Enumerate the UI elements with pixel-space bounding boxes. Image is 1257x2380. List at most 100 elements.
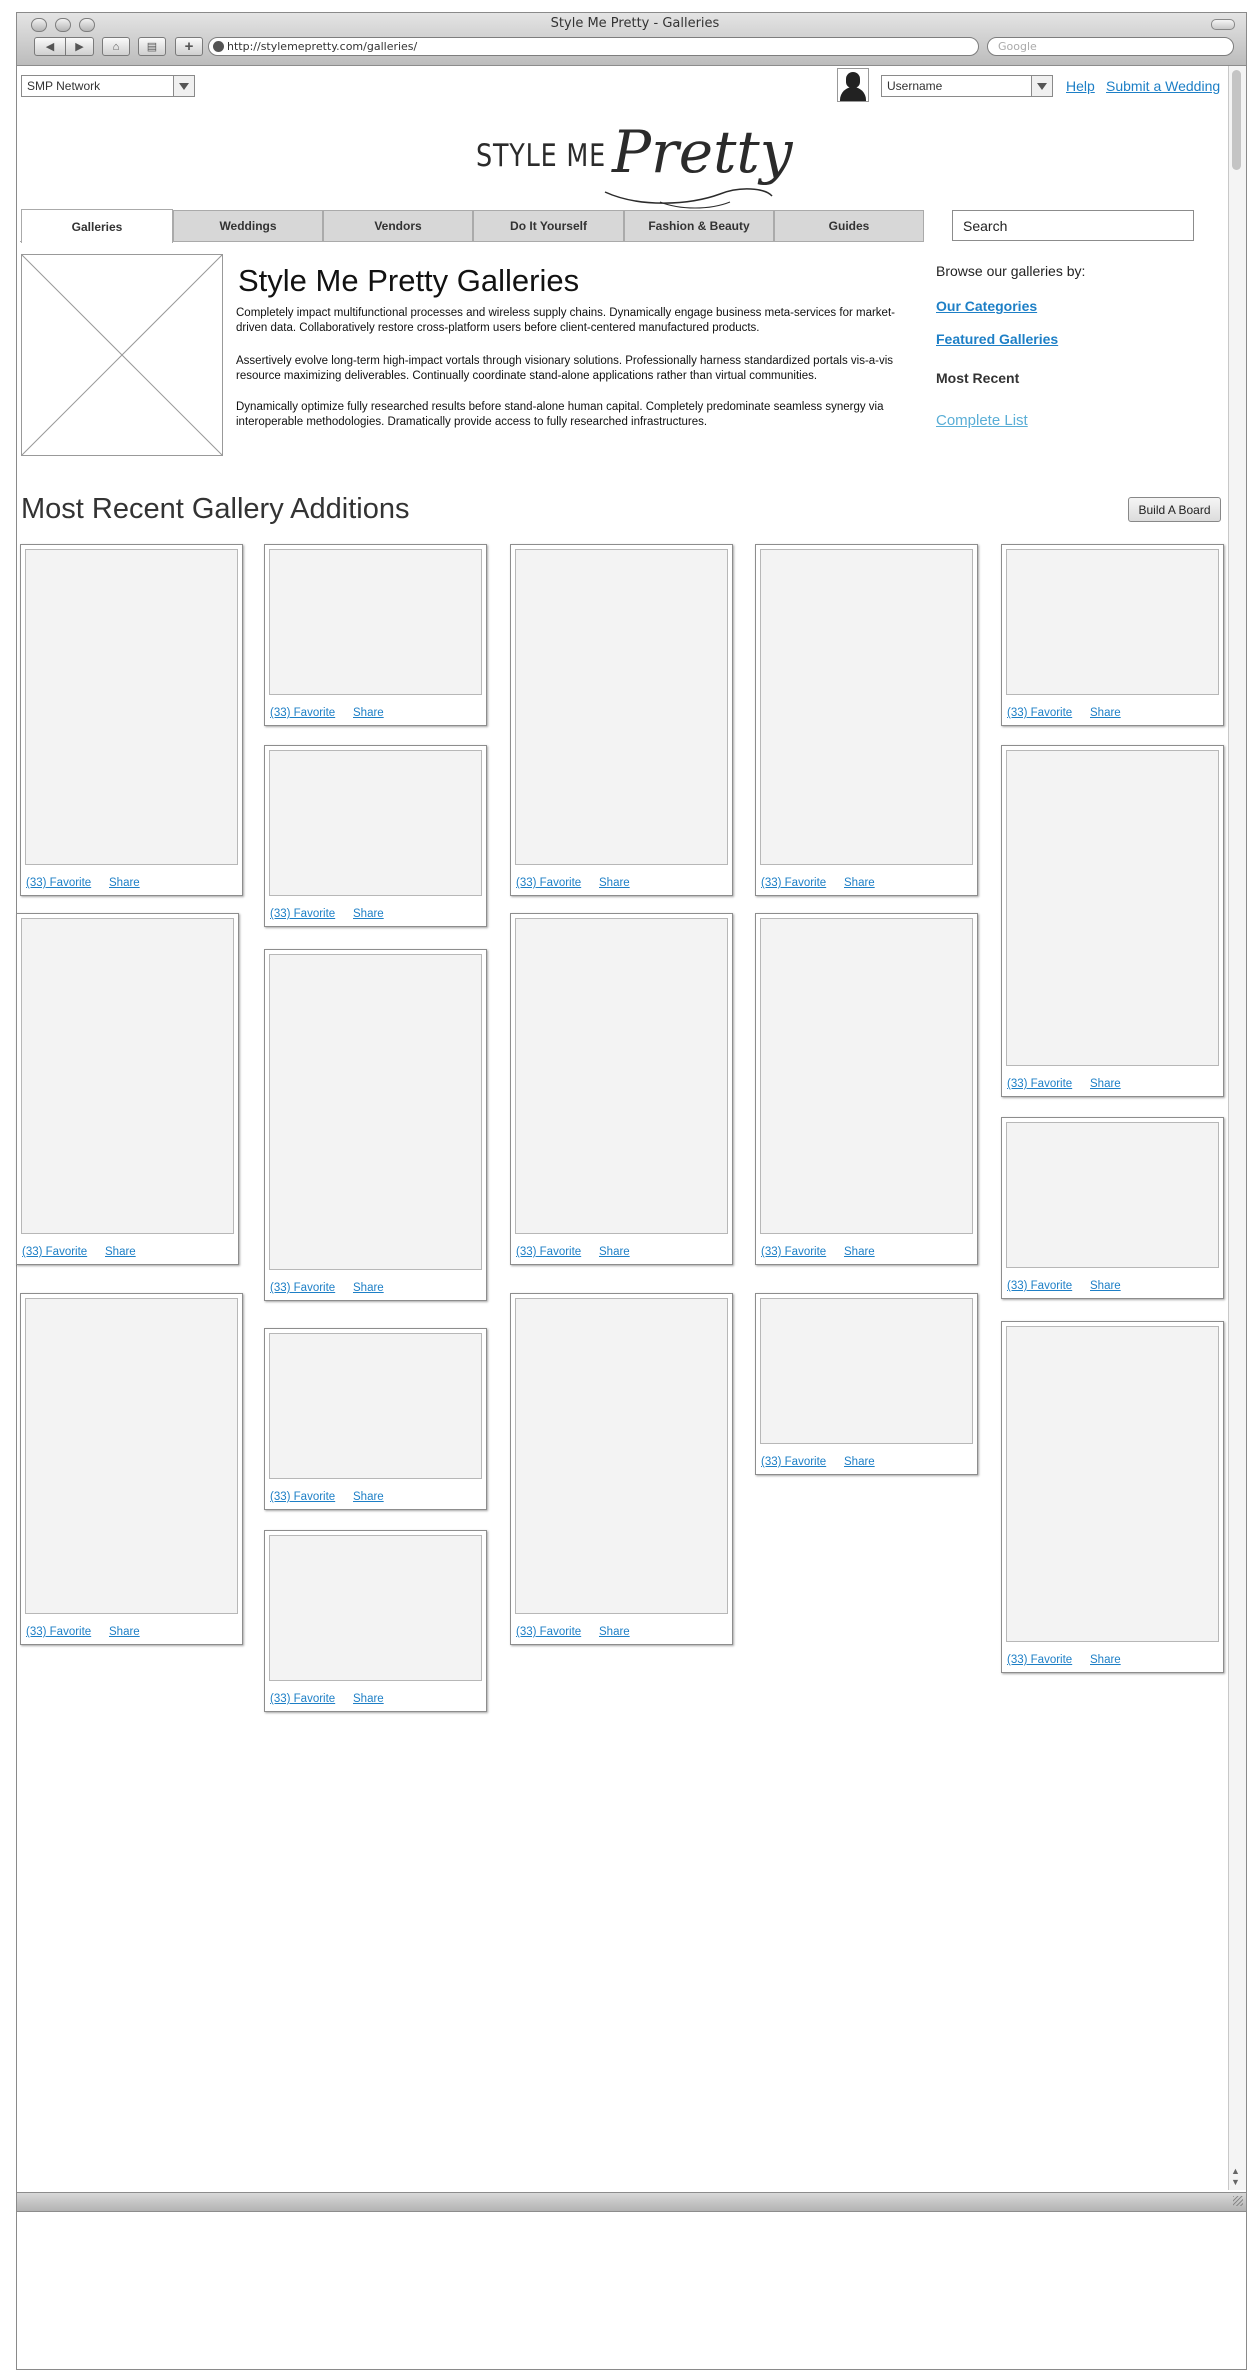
resize-grip-icon[interactable]: [1233, 2196, 1243, 2206]
gallery-card[interactable]: (33) Favorite Share: [264, 544, 487, 726]
site-search-input[interactable]: Search: [952, 210, 1194, 241]
favorite-link[interactable]: (33) Favorite: [270, 1693, 335, 1705]
share-link[interactable]: Share: [599, 1246, 630, 1258]
zoom-window-button[interactable]: [79, 18, 95, 32]
share-link[interactable]: Share: [1090, 1280, 1121, 1292]
gallery-card[interactable]: (33) Favorite Share: [1001, 745, 1224, 1097]
favorite-link[interactable]: (33) Favorite: [1007, 1280, 1072, 1292]
share-link[interactable]: Share: [1090, 1078, 1121, 1090]
share-link[interactable]: Share: [109, 877, 140, 889]
gallery-card[interactable]: (33) Favorite Share: [510, 544, 733, 896]
gallery-card[interactable]: (33) Favorite Share: [20, 1293, 243, 1645]
help-link[interactable]: Help: [1066, 78, 1095, 94]
gallery-thumbnail[interactable]: [515, 549, 728, 865]
gallery-card[interactable]: (33) Favorite Share: [755, 1293, 978, 1475]
network-select[interactable]: SMP Network: [21, 75, 195, 97]
tab-guides[interactable]: Guides: [774, 210, 924, 242]
gallery-thumbnail[interactable]: [269, 1333, 482, 1479]
print-button[interactable]: ▤: [138, 37, 166, 56]
gallery-thumbnail[interactable]: [760, 918, 973, 1234]
gallery-thumbnail[interactable]: [1006, 1122, 1219, 1268]
complete-list-link[interactable]: Complete List: [936, 412, 1028, 429]
share-link[interactable]: Share: [844, 1246, 875, 1258]
gallery-card[interactable]: (33) Favorite Share: [1001, 1117, 1224, 1299]
our-categories-link[interactable]: Our Categories: [936, 298, 1037, 314]
back-button[interactable]: ◀: [34, 37, 66, 56]
build-a-board-button[interactable]: Build A Board: [1128, 497, 1221, 522]
gallery-thumbnail[interactable]: [1006, 549, 1219, 695]
tab-do-it-yourself[interactable]: Do It Yourself: [473, 210, 624, 242]
share-link[interactable]: Share: [844, 877, 875, 889]
gallery-thumbnail[interactable]: [1006, 750, 1219, 1066]
gallery-thumbnail[interactable]: [25, 549, 238, 865]
browser-search-field[interactable]: Google: [987, 37, 1234, 56]
gallery-card[interactable]: (33) Favorite Share: [1001, 544, 1224, 726]
favorite-link[interactable]: (33) Favorite: [270, 707, 335, 719]
gallery-thumbnail[interactable]: [760, 1298, 973, 1444]
gallery-thumbnail[interactable]: [25, 1298, 238, 1614]
scroll-up-icon[interactable]: ▲: [1231, 2166, 1240, 2176]
favorite-link[interactable]: (33) Favorite: [761, 1456, 826, 1468]
scroll-down-icon[interactable]: ▼: [1231, 2177, 1240, 2187]
share-link[interactable]: Share: [1090, 707, 1121, 719]
favorite-link[interactable]: (33) Favorite: [1007, 707, 1072, 719]
share-link[interactable]: Share: [353, 1282, 384, 1294]
favorite-link[interactable]: (33) Favorite: [516, 877, 581, 889]
share-link[interactable]: Share: [353, 707, 384, 719]
minimize-window-button[interactable]: [55, 18, 71, 32]
share-link[interactable]: Share: [353, 1693, 384, 1705]
gallery-thumbnail[interactable]: [269, 1535, 482, 1681]
submit-wedding-link[interactable]: Submit a Wedding: [1106, 78, 1220, 94]
share-link[interactable]: Share: [599, 1626, 630, 1638]
gallery-thumbnail[interactable]: [760, 549, 973, 865]
gallery-thumbnail[interactable]: [515, 1298, 728, 1614]
tab-vendors[interactable]: Vendors: [323, 210, 473, 242]
favorite-link[interactable]: (33) Favorite: [761, 1246, 826, 1258]
favorite-link[interactable]: (33) Favorite: [22, 1246, 87, 1258]
share-link[interactable]: Share: [353, 908, 384, 920]
gallery-thumbnail[interactable]: [515, 918, 728, 1234]
vertical-scrollbar[interactable]: [1228, 66, 1246, 2190]
gallery-thumbnail[interactable]: [269, 549, 482, 695]
gallery-card[interactable]: (33) Favorite Share: [16, 913, 239, 1265]
gallery-card[interactable]: (33) Favorite Share: [20, 544, 243, 896]
favorite-link[interactable]: (33) Favorite: [761, 877, 826, 889]
scrollbar-thumb[interactable]: [1232, 70, 1241, 170]
gallery-thumbnail[interactable]: [1006, 1326, 1219, 1642]
share-link[interactable]: Share: [1090, 1654, 1121, 1666]
share-link[interactable]: Share: [105, 1246, 136, 1258]
gallery-card[interactable]: (33) Favorite Share: [1001, 1321, 1224, 1673]
share-link[interactable]: Share: [353, 1491, 384, 1503]
favorite-link[interactable]: (33) Favorite: [26, 1626, 91, 1638]
gallery-card[interactable]: (33) Favorite Share: [755, 913, 978, 1265]
favorite-link[interactable]: (33) Favorite: [1007, 1078, 1072, 1090]
home-button[interactable]: ⌂: [102, 37, 130, 56]
favorite-link[interactable]: (33) Favorite: [1007, 1654, 1072, 1666]
favorite-link[interactable]: (33) Favorite: [26, 877, 91, 889]
gallery-card[interactable]: (33) Favorite Share: [264, 1530, 487, 1712]
favorite-link[interactable]: (33) Favorite: [270, 908, 335, 920]
favorite-link[interactable]: (33) Favorite: [270, 1282, 335, 1294]
logo-script[interactable]: Pretty: [612, 118, 792, 186]
gallery-card[interactable]: (33) Favorite Share: [510, 913, 733, 1265]
tab-fashion-beauty[interactable]: Fashion & Beauty: [624, 210, 774, 242]
tab-galleries[interactable]: Galleries: [21, 209, 173, 243]
address-bar[interactable]: http://stylemepretty.com/galleries/: [208, 37, 979, 56]
gallery-card[interactable]: (33) Favorite Share: [264, 949, 487, 1301]
gallery-card[interactable]: (33) Favorite Share: [510, 1293, 733, 1645]
featured-galleries-link[interactable]: Featured Galleries: [936, 331, 1058, 347]
add-bookmark-button[interactable]: +: [175, 37, 203, 56]
share-link[interactable]: Share: [109, 1626, 140, 1638]
share-link[interactable]: Share: [844, 1456, 875, 1468]
gallery-card[interactable]: (33) Favorite Share: [755, 544, 978, 896]
gallery-thumbnail[interactable]: [21, 918, 234, 1234]
tab-weddings[interactable]: Weddings: [173, 210, 323, 242]
logo-wordmark[interactable]: STYLE ME: [476, 138, 606, 174]
username-select[interactable]: Username: [881, 75, 1053, 97]
gallery-thumbnail[interactable]: [269, 750, 482, 896]
favorite-link[interactable]: (33) Favorite: [270, 1491, 335, 1503]
toolbar-toggle-button[interactable]: [1211, 19, 1235, 30]
gallery-card[interactable]: (33) Favorite Share: [264, 745, 487, 927]
share-link[interactable]: Share: [599, 877, 630, 889]
avatar[interactable]: [837, 68, 869, 102]
